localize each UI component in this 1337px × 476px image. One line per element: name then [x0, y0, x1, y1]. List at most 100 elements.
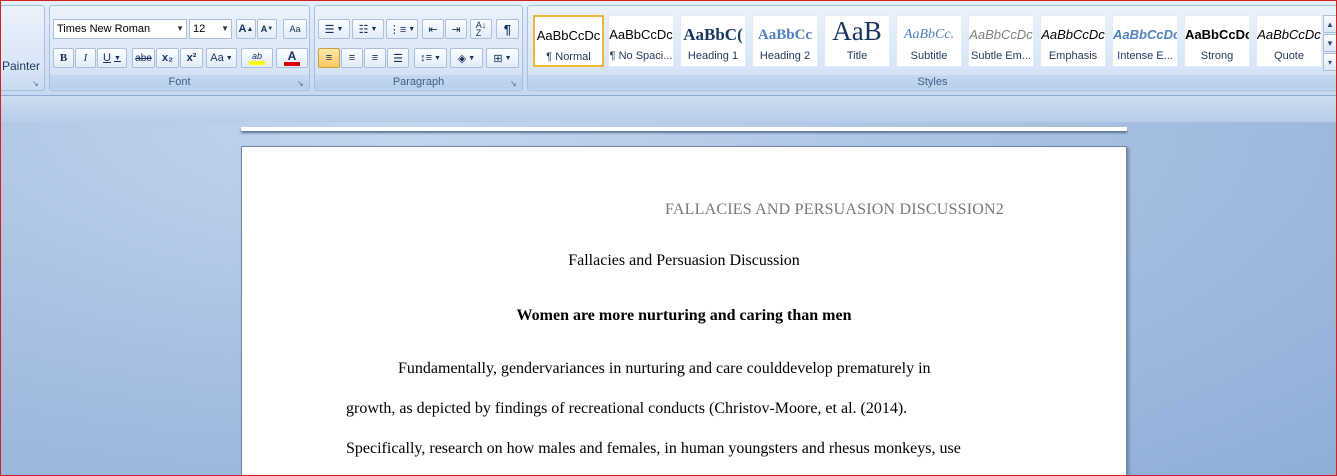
- previous-page-edge: [241, 127, 1127, 131]
- strikethrough-icon: abe: [135, 52, 152, 64]
- borders-button[interactable]: ⊞ ▼: [486, 48, 519, 68]
- clipboard-group: Painter ↘: [1, 5, 45, 91]
- underline-icon: U: [103, 52, 111, 64]
- align-left-button[interactable]: ≡: [318, 48, 340, 68]
- sort-button[interactable]: A↓ Z: [470, 19, 492, 39]
- pilcrow-icon: ¶: [503, 21, 512, 37]
- italic-button[interactable]: I: [75, 48, 96, 68]
- justify-icon: ☰: [393, 52, 403, 65]
- style-name: Heading 2: [759, 50, 811, 62]
- subscript-icon: x₂: [161, 52, 173, 64]
- styles-group-label: Styles: [528, 75, 1336, 89]
- underline-button[interactable]: U ▼: [97, 48, 127, 68]
- style-title[interactable]: AaB Title: [824, 15, 890, 67]
- strikethrough-button[interactable]: abe: [132, 48, 155, 68]
- paragraph-launcher-icon[interactable]: ↘: [510, 79, 519, 88]
- chevron-down-icon: ▼: [1326, 38, 1334, 48]
- style-normal[interactable]: AaBbCcDc ¶ Normal: [533, 15, 604, 67]
- style-name: Subtitle: [910, 50, 948, 62]
- style-sample: AaBbCcDc: [609, 27, 673, 42]
- bold-icon: B: [59, 52, 68, 64]
- styles-scroll-down-button[interactable]: ▼: [1323, 34, 1336, 52]
- style-name: Title: [846, 50, 868, 62]
- numbering-button[interactable]: ☷ ▼: [352, 19, 384, 39]
- multilevel-list-icon: ⋮≡: [388, 23, 407, 36]
- bullets-button[interactable]: ☰ ▼: [318, 19, 350, 39]
- style-sample: AaBbCcDc: [1041, 27, 1105, 42]
- line-spacing-button[interactable]: ↕≡ ▼: [414, 48, 447, 68]
- align-right-icon: ≡: [371, 52, 379, 64]
- style-heading-1[interactable]: AaBbC( Heading 1: [680, 15, 746, 67]
- highlight-swatch: [249, 60, 265, 65]
- multilevel-list-button[interactable]: ⋮≡ ▼: [386, 19, 418, 39]
- document-subtitle: Women are more nurturing and caring than…: [516, 307, 852, 324]
- font-color-button[interactable]: A: [276, 48, 308, 68]
- style-strong[interactable]: AaBbCcDc Strong: [1184, 15, 1250, 67]
- style-sample: AaBbCc.: [903, 27, 955, 42]
- font-name-combo[interactable]: Times New Roman ▼: [53, 19, 187, 39]
- font-launcher-icon[interactable]: ↘: [297, 79, 306, 88]
- font-name-value: Times New Roman: [57, 23, 151, 35]
- clear-formatting-icon: Aa: [289, 24, 301, 34]
- shrink-font-button[interactable]: A ▼: [257, 19, 277, 39]
- page-header: FALLACIES AND PERSUASION DISCUSSION2: [665, 201, 1004, 218]
- styles-scroll-up-button[interactable]: ▲: [1323, 15, 1336, 33]
- style-name: ¶ Normal: [546, 51, 591, 63]
- ribbon: Painter ↘ Times New Roman ▼ 12 ▼ A ▲ A ▼ A…: [1, 1, 1336, 96]
- style-intense-emphasis[interactable]: AaBbCcDc Intense E...: [1112, 15, 1178, 67]
- format-painter-button[interactable]: Painter: [2, 59, 40, 73]
- chevron-down-icon: ▼: [221, 24, 229, 33]
- clear-formatting-button[interactable]: Aa: [283, 19, 307, 39]
- style-name: Subtle Em...: [971, 50, 1031, 62]
- highlighter-icon: ab: [251, 50, 262, 61]
- style-name: Strong: [1200, 50, 1234, 62]
- align-right-button[interactable]: ≡: [364, 48, 386, 68]
- font-color-swatch: [284, 61, 300, 66]
- subscript-button[interactable]: x₂: [156, 48, 179, 68]
- styles-more-button[interactable]: ▾: [1323, 53, 1336, 71]
- italic-icon: I: [83, 52, 88, 64]
- style-subtle-emphasis[interactable]: AaBbCcDc Subtle Em...: [968, 15, 1034, 67]
- word-window: Painter ↘ Times New Roman ▼ 12 ▼ A ▲ A ▼ A…: [0, 0, 1337, 476]
- align-center-button[interactable]: ≡: [341, 48, 363, 68]
- ruler-band: [1, 96, 1336, 122]
- show-formatting-button[interactable]: ¶: [496, 19, 519, 39]
- style-no-spacing[interactable]: AaBbCcDc ¶ No Spaci...: [608, 15, 674, 67]
- font-size-value: 12: [193, 23, 206, 35]
- shading-button[interactable]: ◈ ▼: [450, 48, 483, 68]
- style-sample: AaBbCcDc: [536, 28, 601, 43]
- grow-font-button[interactable]: A ▲: [236, 19, 256, 39]
- style-quote[interactable]: AaBbCcDc Quote: [1256, 15, 1322, 67]
- grow-font-icon: A: [238, 23, 247, 35]
- paragraph-group: ☰ ▼ ☷ ▼ ⋮≡ ▼ ⇤ ⇥ A↓ Z ¶ ≡ ≡ ≡ ☰ ↕≡ ▼ ◈ ▼…: [314, 5, 523, 91]
- paint-bucket-icon: ◈: [457, 52, 467, 65]
- style-name: Quote: [1274, 50, 1304, 62]
- document-page[interactable]: FALLACIES AND PERSUASION DISCUSSION2 Fal…: [241, 146, 1127, 475]
- style-sample: AaBbC(: [683, 25, 743, 44]
- style-heading-2[interactable]: AaBbCc Heading 2: [752, 15, 818, 67]
- increase-indent-button[interactable]: ⇥: [445, 19, 467, 39]
- style-sample: AaBbCcDc: [969, 27, 1033, 42]
- body-line: growth, as depicted by findings of recre…: [346, 400, 908, 417]
- font-group: Times New Roman ▼ 12 ▼ A ▲ A ▼ Aa B I U ▼ a…: [49, 5, 310, 91]
- style-emphasis[interactable]: AaBbCcDc Emphasis: [1040, 15, 1106, 67]
- change-case-button[interactable]: Aa ▼: [206, 48, 237, 68]
- clipboard-launcher-icon[interactable]: ↘: [32, 79, 41, 88]
- justify-button[interactable]: ☰: [387, 48, 409, 68]
- font-size-combo[interactable]: 12 ▼: [189, 19, 232, 39]
- paragraph-group-label: Paragraph: [315, 75, 522, 89]
- superscript-button[interactable]: x²: [180, 48, 203, 68]
- more-icon: ▾: [1327, 57, 1332, 67]
- body-line: Fundamentally, gendervariances in nurtur…: [398, 360, 931, 377]
- style-sample: AaBbCcDc: [1257, 27, 1321, 42]
- decrease-indent-button[interactable]: ⇤: [422, 19, 444, 39]
- highlight-button[interactable]: ab: [241, 48, 273, 68]
- style-sample: AaBbCcDc: [1113, 27, 1177, 42]
- style-name: ¶ No Spaci...: [609, 50, 673, 62]
- document-title: Fallacies and Persuasion Discussion: [568, 252, 800, 269]
- change-case-icon: Aa: [210, 52, 224, 64]
- bold-button[interactable]: B: [53, 48, 74, 68]
- chevron-up-icon: ▲: [1326, 19, 1334, 29]
- style-subtitle[interactable]: AaBbCc. Subtitle: [896, 15, 962, 67]
- sort-icon: A↓ Z: [475, 20, 487, 38]
